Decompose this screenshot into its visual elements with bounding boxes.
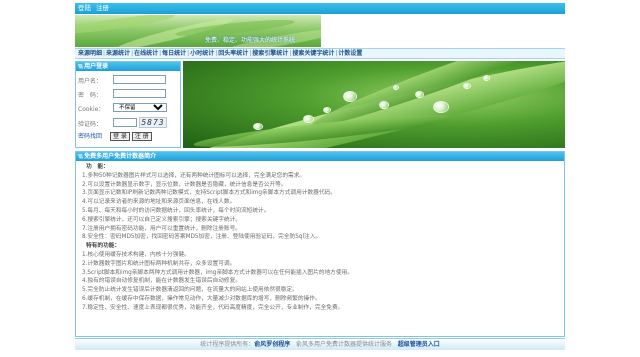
function-item: 4.可以记录来访者的来源的地址和来源页面信息，在线人数。 <box>82 199 236 206</box>
banner: 免费、稳定、功能强大的统计系统 <box>75 15 565 47</box>
intro-body: 功 能： 1.多种50种记数器图片样式可以选择，还有两种统计图标可以选择，完全满… <box>82 163 562 313</box>
main-nav: 来源明细|来源统计|在线统计|每日统计|小时统计|回头率统计|搜索引擎统计|搜索… <box>75 48 565 59</box>
feature-item: 4.独有的错误自动修复机制，能在计数器发生错误后自动修复。 <box>82 278 241 285</box>
password-row: 密 码： <box>78 89 180 99</box>
features-heading: 特有的功能： <box>86 243 121 250</box>
cookie-select[interactable]: 不保留 <box>113 103 167 112</box>
username-input[interactable] <box>113 75 166 84</box>
cookie-label: Cookie： <box>78 106 105 113</box>
function-item: 7.注册用户拥有密码功能，用户可以重置统计，删除注册账号。 <box>82 225 241 232</box>
nav-item-online-stats[interactable]: 在线统计 <box>134 50 158 57</box>
nav-item-keyword-stats[interactable]: 搜索关键字统计 <box>292 50 334 57</box>
nav-item-search-engine-stats[interactable]: 搜索引擎统计 <box>252 50 288 57</box>
feature-item: 7.稳定性、安全性、速度上表现都很优秀，功能齐全，代码高度精度，完全公开，专业制… <box>82 304 344 311</box>
top-bar: 登陆 注册 <box>75 3 565 14</box>
nav-item-daily-stats[interactable]: 每日统计 <box>162 50 186 57</box>
functions-heading: 功 能： <box>86 164 109 170</box>
admin-entry-link[interactable]: 超级管理员入口 <box>398 341 440 348</box>
captcha-row: 验证码： 5873 <box>78 117 180 128</box>
password-label: 密 码： <box>78 92 103 99</box>
login-link[interactable]: 登陆 <box>78 4 91 12</box>
captcha-input[interactable] <box>113 118 137 127</box>
nav-item-source-stats[interactable]: 来源统计 <box>106 50 130 57</box>
footer-service-text: 俞风多用户免费计数器提供统计服务 <box>296 341 393 348</box>
function-item: 8.安全性：密码MD5加密，找回密码答案MD5加密，注册、登陆使用验证码，完全防… <box>82 234 322 241</box>
footer-prefix: 统计程序提供所有： <box>200 341 255 348</box>
feature-item: 2.计数器数字图片和统计图标两种机制共存，众多设置可调。 <box>82 260 236 267</box>
function-item: 1.多种50种记数器图片样式可以选择，还有两种统计图标可以选择，完全满足您的需求… <box>82 172 306 179</box>
login-title: 用户登录 <box>84 63 109 70</box>
banner-slogan: 免费、稳定、功能强大的统计系统 <box>205 37 296 44</box>
feature-item: 3.Script脚本和img亲脚本两种方式调用计数器，img亲脚本方式计数器可以… <box>82 269 353 276</box>
cookie-row: Cookie： 不保留 <box>78 103 180 113</box>
function-item: 6.搜索引擎统计，还可以自己定义搜索引擎；搜索关键字统计。 <box>82 216 241 223</box>
login-panel: \\\\\ 用户登录 用户名： 密 码： Cookie： 不保留 验证码： 587… <box>75 61 181 148</box>
intro-title: 免费多用户免费计数器简介 <box>84 153 157 160</box>
function-item: 5.每月、每天和每小时的访问数据统计，回头率统计，每个时间流短统计。 <box>82 207 270 214</box>
username-label: 用户名： <box>78 78 103 85</box>
nav-item-hourly-stats[interactable]: 小时统计 <box>190 50 214 57</box>
login-button[interactable]: 登 录 <box>109 132 130 141</box>
login-panel-header: \\\\\ 用户登录 <box>76 62 180 71</box>
function-item: 2.可以设置计数器显示数字，显示位数，计数器是否隐藏，统计信息是否公开等。 <box>82 181 287 188</box>
login-actions: 密码找回 登 录注 册 <box>78 131 152 141</box>
forgot-password-link[interactable]: 密码找回 <box>78 133 102 140</box>
nav-item-source-detail[interactable]: 来源明细 <box>78 50 102 57</box>
password-input[interactable] <box>113 89 166 98</box>
register-button[interactable]: 注 册 <box>131 132 152 141</box>
intro-panel-header: \\\\\ 免费多用户免费计数器简介 <box>76 152 564 161</box>
username-row: 用户名： <box>78 75 180 85</box>
decorative-photo <box>183 61 565 148</box>
footer: 统计程序提供所有：俞风罗创程序 俞风多用户免费计数器提供统计服务 超级管理员入口 <box>75 338 565 350</box>
feature-item: 6.缓存机制，在缓存中保存数据，操作常见动作，大量减少对数据库的增写，删除频繁的… <box>82 295 321 302</box>
intro-panel: \\\\\ 免费多用户免费计数器简介 功 能： 1.多种50种记数器图片样式可以选… <box>75 151 565 337</box>
feature-item: 5.完全防止统计发生错误后计数器清返回的问题，在流量大的网站上使用依然很稳定。 <box>82 287 298 294</box>
footer-owner-link[interactable]: 俞风罗创程序 <box>254 341 290 348</box>
register-link[interactable]: 注册 <box>96 4 109 12</box>
feature-item: 1.核心使用缓存技术构建，内核十分强健。 <box>82 251 190 258</box>
captcha-label: 验证码： <box>78 121 103 128</box>
function-item: 3.页面显示记数和IP刷新记数两种记数模式，支持Script脚本方式和img亲脚… <box>82 190 336 197</box>
captcha-image[interactable]: 5873 <box>139 117 167 128</box>
nav-item-return-stats[interactable]: 回头率统计 <box>218 50 248 57</box>
nav-item-counter-settings[interactable]: 计数设置 <box>338 50 362 57</box>
